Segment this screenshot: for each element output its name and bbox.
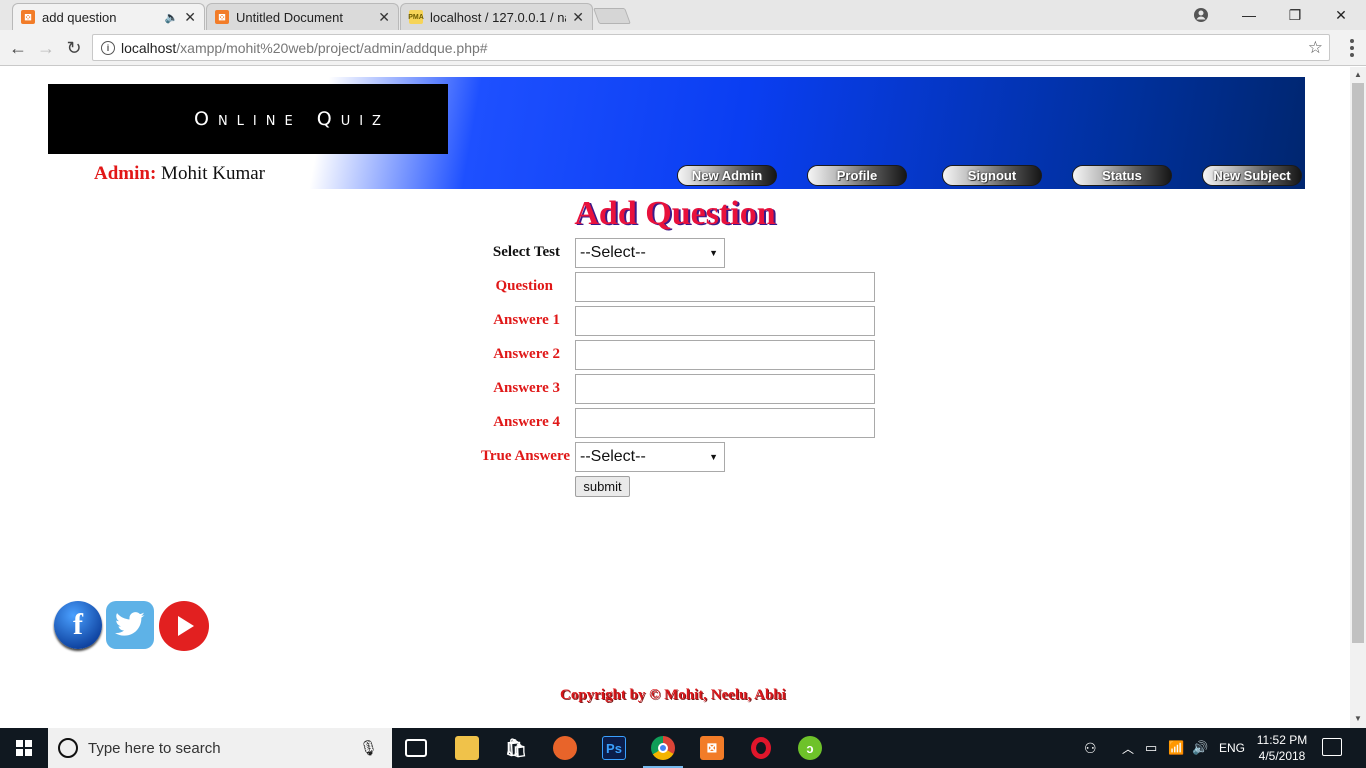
answer-3-field[interactable] (575, 374, 875, 404)
account-icon[interactable] (1178, 0, 1224, 30)
dreamweaver-icon[interactable]: ↄ (798, 736, 822, 760)
true-answer-label: True Answere (480, 448, 570, 464)
answer-1-label: Answere 1 (493, 312, 560, 328)
site-logo: Online Quiz (48, 84, 448, 154)
network-icon[interactable]: 📶 (1168, 728, 1184, 768)
system-clock[interactable]: 11:52 PM 4/5/2018 (1252, 732, 1312, 764)
xampp-icon[interactable]: ⊠ (700, 736, 724, 760)
admin-name: Mohit Kumar (161, 163, 266, 184)
nav-new-admin[interactable]: New Admin (677, 165, 777, 186)
xampp-icon: ⊠ (215, 10, 229, 24)
address-bar[interactable]: i localhost /xampp/mohit%20web/project/a… (92, 34, 1330, 61)
search-placeholder: Type here to search (88, 739, 221, 757)
browser-tab-strip: ⊠ add question 🔈 ✕ ⊠ Untitled Document ✕… (0, 0, 1366, 30)
scrollbar-thumb[interactable] (1352, 83, 1364, 643)
speaker-icon[interactable]: 🔈 (165, 11, 179, 24)
true-answer-value: --Select-- (580, 448, 646, 465)
language-indicator[interactable]: ENG (1219, 728, 1245, 768)
submit-button[interactable]: submit (575, 476, 630, 497)
chevron-up-icon[interactable]: ︿ (1122, 728, 1134, 768)
file-explorer-icon[interactable] (455, 736, 479, 760)
page-viewport: Online Quiz Admin: Mohit Kumar New Admin… (0, 67, 1350, 728)
tab-title: add question (42, 9, 117, 25)
chrome-icon[interactable] (651, 736, 675, 760)
restore-button[interactable]: ❐ (1272, 0, 1318, 30)
windows-logo-icon (16, 740, 32, 756)
minimize-button[interactable]: — (1226, 0, 1272, 30)
url-host: localhost (121, 39, 177, 56)
facebook-icon[interactable]: f (54, 601, 102, 649)
answer-2-label: Answere 2 (493, 346, 560, 362)
page-scrollbar[interactable]: ▲ ▼ (1350, 67, 1366, 728)
tab-add-question[interactable]: ⊠ add question 🔈 ✕ (12, 3, 205, 30)
windows-taskbar: Type here to search 🎙 🛍 Ps ⊠ ↄ ⚇ ︿ ▭ 📶 🔊… (0, 728, 1366, 768)
twitter-icon[interactable] (106, 601, 154, 649)
phpmyadmin-icon: PMA (408, 10, 424, 24)
chevron-down-icon: ▼ (709, 452, 718, 462)
opera-icon[interactable] (749, 736, 773, 760)
answer-4-label: Answere 4 (493, 414, 560, 430)
answer-1-field[interactable] (575, 306, 875, 336)
scroll-down-icon[interactable]: ▼ (1354, 714, 1362, 723)
taskbar-search-box[interactable]: Type here to search 🎙 (48, 728, 392, 768)
info-icon[interactable]: i (101, 40, 115, 55)
answer-4-field[interactable] (575, 408, 875, 438)
nav-new-subject[interactable]: New Subject (1202, 165, 1302, 186)
people-icon[interactable]: ⚇ (1084, 728, 1097, 768)
photoshop-icon[interactable]: Ps (602, 736, 626, 760)
select-test-label: Select Test (492, 244, 560, 260)
select-test-dropdown[interactable]: --Select-- ▼ (575, 238, 725, 268)
browser-menu-icon[interactable] (1350, 39, 1354, 57)
microphone-icon[interactable]: 🎙 (359, 739, 378, 757)
cortana-icon (58, 738, 78, 758)
page-title: Add Question (574, 195, 776, 232)
back-button[interactable]: ← (6, 36, 30, 60)
question-field[interactable] (575, 272, 875, 302)
new-tab-button[interactable] (593, 8, 631, 24)
window-close-button[interactable]: ✕ (1318, 0, 1364, 30)
select-test-value: --Select-- (580, 244, 646, 261)
tab-untitled-document[interactable]: ⊠ Untitled Document ✕ (206, 3, 399, 30)
answer-3-label: Answere 3 (493, 380, 560, 396)
true-answer-dropdown[interactable]: --Select-- ▼ (575, 442, 725, 472)
volume-icon[interactable]: 🔊 (1192, 728, 1208, 768)
copyright-text: Copyright by © Mohit, Neelu, Abhi (560, 687, 786, 703)
task-view-icon[interactable] (405, 739, 427, 757)
clock-date: 4/5/2018 (1258, 749, 1306, 763)
close-icon[interactable]: ✕ (572, 9, 584, 26)
close-icon[interactable]: ✕ (378, 9, 390, 26)
browser-toolbar: ← → ↻ i localhost /xampp/mohit%20web/pro… (0, 30, 1366, 66)
forward-button[interactable]: → (34, 36, 58, 60)
answer-2-field[interactable] (575, 340, 875, 370)
nav-status[interactable]: Status (1072, 165, 1172, 186)
youtube-icon[interactable] (159, 601, 209, 651)
tab-title: Untitled Document (236, 9, 343, 25)
battery-icon[interactable]: ▭ (1145, 728, 1157, 768)
close-icon[interactable]: ✕ (184, 9, 196, 26)
tab-phpmyadmin[interactable]: PMA localhost / 127.0.0.1 / na ✕ (400, 3, 593, 30)
firefox-icon[interactable] (553, 736, 577, 760)
xampp-icon: ⊠ (21, 10, 35, 24)
question-label: Question (495, 278, 553, 294)
admin-info: Admin: Mohit Kumar (94, 163, 265, 185)
start-button[interactable] (0, 728, 48, 768)
nav-signout[interactable]: Signout (942, 165, 1042, 186)
tab-title: localhost / 127.0.0.1 / na (430, 9, 567, 25)
store-icon[interactable]: 🛍 (504, 736, 528, 760)
admin-label: Admin: (94, 163, 157, 184)
bookmark-star-icon[interactable]: ☆ (1308, 38, 1323, 58)
notification-center-icon[interactable] (1322, 738, 1342, 756)
logo-text: Online Quiz (194, 108, 390, 130)
clock-time: 11:52 PM (1256, 733, 1308, 747)
reload-button[interactable]: ↻ (62, 36, 86, 60)
chevron-down-icon: ▼ (709, 248, 718, 258)
scroll-up-icon[interactable]: ▲ (1354, 70, 1362, 79)
url-path: /xampp/mohit%20web/project/admin/addque.… (176, 39, 488, 56)
nav-profile[interactable]: Profile (807, 165, 907, 186)
